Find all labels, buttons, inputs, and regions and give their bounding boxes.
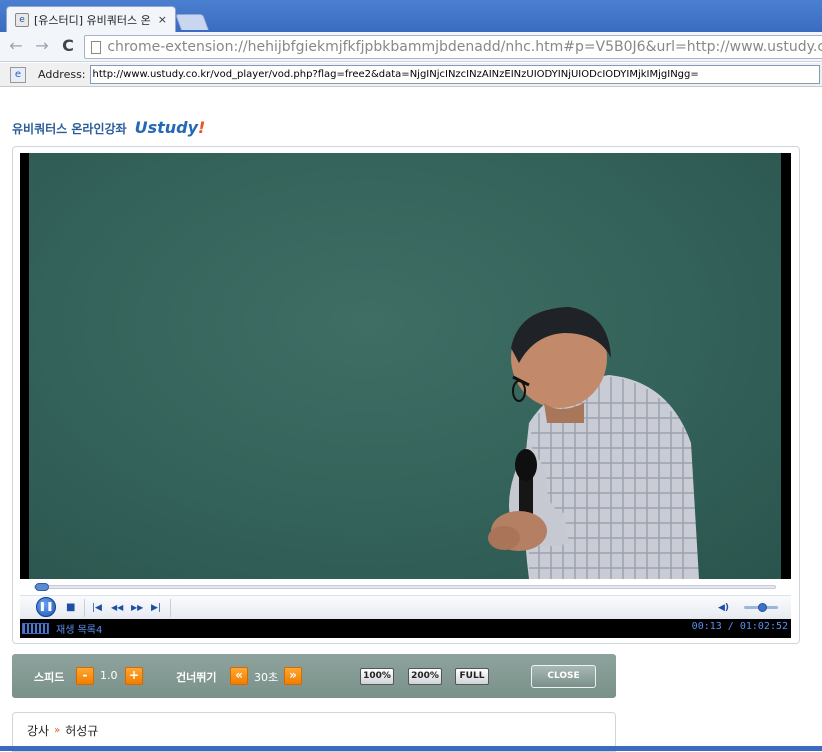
stop-icon[interactable]: ■ — [66, 599, 75, 617]
speed-up-button[interactable]: + — [125, 667, 143, 685]
ie-page-icon: e — [10, 66, 26, 83]
browser-tab-strip: e [유스터디] 유비쿼터스 온 × — [0, 0, 822, 32]
player-controls: ❚❚ ■ |◀ ◀◀ ▶▶ ▶| ◀) — [20, 595, 791, 619]
video-viewport[interactable] — [20, 153, 791, 579]
omnibox[interactable]: chrome-extension://hehijbfgiekmjfkfjpbkb… — [84, 35, 822, 59]
logo-main: Ustudy — [134, 118, 199, 137]
ustudy-logo: Ustudy! — [135, 118, 206, 137]
instructor-label: 강사 — [27, 724, 50, 738]
back-arrow-icon[interactable]: ← — [6, 37, 26, 55]
fullscreen-button[interactable]: FULL — [455, 668, 489, 685]
new-tab-button[interactable] — [175, 14, 209, 30]
volume-thumb[interactable] — [757, 603, 767, 612]
skip-forward-button[interactable]: » — [284, 667, 302, 685]
browser-toolbar: ← → C chrome-extension://hehijbfgiekmjfk… — [0, 32, 822, 62]
logo-bang: ! — [198, 118, 206, 137]
skip-back-button[interactable]: « — [230, 667, 248, 685]
reload-icon[interactable]: C — [58, 37, 78, 55]
fast-forward-icon[interactable]: ▶▶ — [131, 599, 143, 617]
address-input[interactable]: http://www.ustudy.co.kr/vod_player/vod.p… — [89, 65, 820, 84]
seek-bar[interactable] — [20, 579, 791, 595]
window-bottom-edge — [0, 746, 822, 751]
skip-value: 30초 — [254, 671, 279, 684]
tab-title: [유스터디] 유비쿼터스 온 — [34, 13, 151, 27]
video-frame-chalkboard — [29, 153, 781, 579]
presenter-figure — [488, 307, 699, 579]
control-divider — [170, 599, 171, 617]
address-label: Address: — [38, 68, 86, 81]
playlist-label[interactable]: 재생 목록4 — [56, 621, 102, 636]
speed-down-button[interactable]: - — [76, 667, 94, 685]
control-divider — [84, 599, 85, 617]
volume-slider[interactable] — [744, 603, 778, 612]
seek-thumb[interactable] — [35, 583, 49, 591]
instructor-name: 허성규 — [65, 724, 99, 738]
zoom-200-button[interactable]: 200% — [408, 668, 442, 685]
page-icon — [91, 40, 102, 54]
seek-track[interactable] — [34, 583, 776, 591]
pause-button[interactable]: ❚❚ — [36, 597, 56, 617]
site-brand: 유비쿼터스 온라인강좌 Ustudy! — [12, 118, 205, 137]
previous-icon[interactable]: |◀ — [92, 599, 102, 617]
brand-text: 유비쿼터스 온라인강좌 — [12, 122, 127, 136]
ie-favicon-icon: e — [15, 12, 29, 27]
skip-label: 건너뛰기 — [176, 671, 217, 684]
next-icon[interactable]: ▶| — [151, 599, 161, 617]
instructor-row: 강사 » 허성규 — [27, 722, 98, 739]
playback-options-panel: 스피드 - 1.0 + 건너뛰기 « 30초 » 100% 200% FULL … — [12, 654, 616, 698]
rewind-icon[interactable]: ◀◀ — [111, 599, 123, 617]
omnibox-url[interactable]: chrome-extension://hehijbfgiekmjfkfjpbkb… — [107, 39, 822, 55]
ie-address-bar: e Address: http://www.ustudy.co.kr/vod_p… — [0, 63, 822, 87]
browser-tab-active[interactable]: e [유스터디] 유비쿼터스 온 × — [6, 6, 176, 32]
player-status-bar: 재생 목록4 00:13 / 01:02:52 — [20, 619, 791, 638]
buffer-meter-icon — [22, 623, 49, 634]
speed-value: 1.0 — [100, 669, 118, 682]
time-display: 00:13 / 01:02:52 — [691, 621, 788, 632]
close-button[interactable]: CLOSE — [531, 665, 596, 688]
forward-arrow-icon[interactable]: → — [32, 37, 52, 55]
zoom-100-button[interactable]: 100% — [360, 668, 394, 685]
volume-icon[interactable]: ◀) — [718, 599, 729, 617]
arrow-icon: » — [54, 725, 61, 736]
speed-label: 스피드 — [34, 671, 65, 684]
tab-close-icon[interactable]: × — [158, 13, 167, 26]
